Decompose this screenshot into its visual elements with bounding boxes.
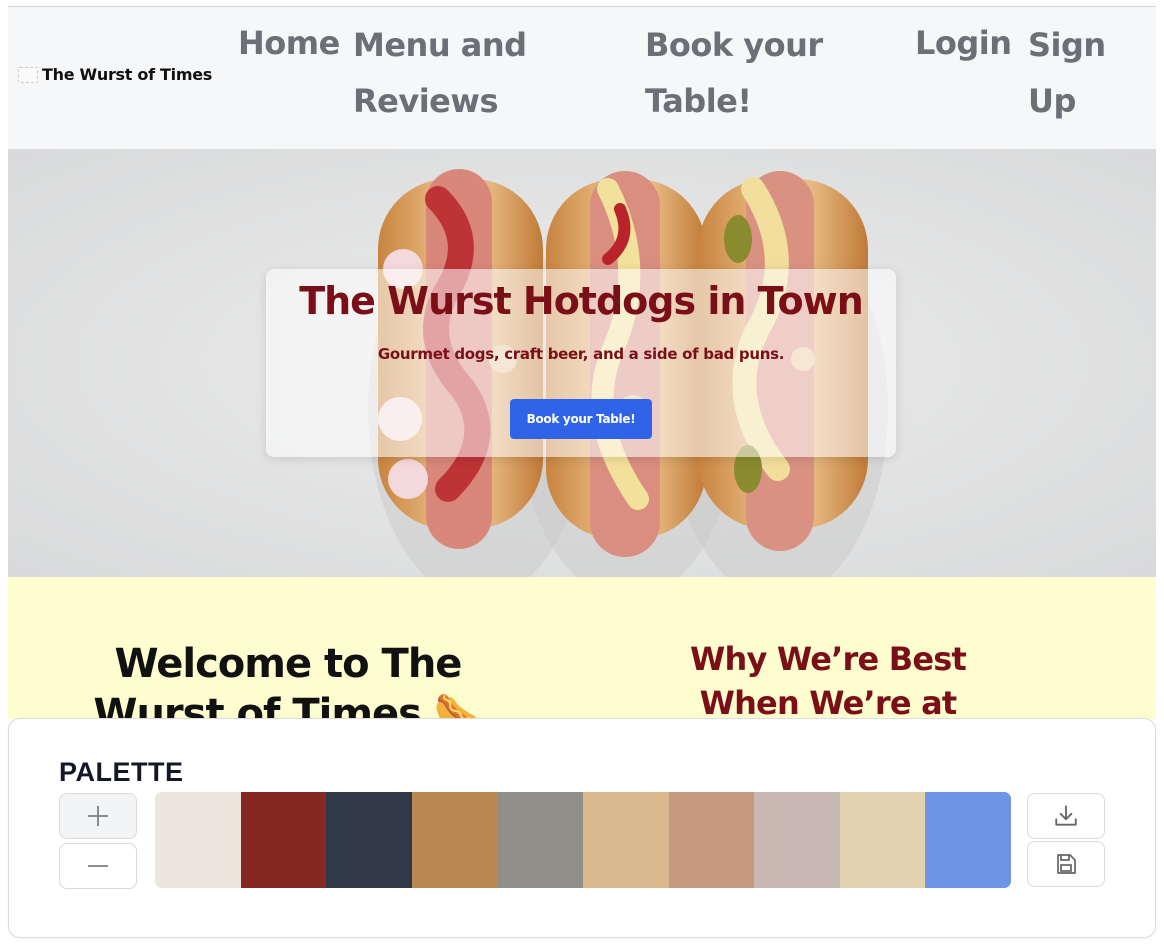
- nav-home[interactable]: Home: [238, 15, 340, 71]
- why-heading-line1: Why We’re Best: [690, 640, 967, 678]
- palette-swatch-5[interactable]: [497, 792, 583, 888]
- palette-swatch-8[interactable]: [754, 792, 840, 888]
- logo-icon: [18, 66, 38, 83]
- plus-icon: [88, 806, 108, 826]
- welcome-section: Welcome to The Wurst of Times 🌭 Why We’r…: [8, 577, 1156, 719]
- nav-book-table[interactable]: Book your Table!: [645, 17, 823, 129]
- nav-signup[interactable]: Sign Up: [1028, 17, 1106, 129]
- palette-swatch-9[interactable]: [839, 792, 926, 888]
- brand-name: The Wurst of Times: [42, 65, 212, 84]
- brand-link[interactable]: The Wurst of Times: [18, 65, 212, 84]
- welcome-heading-line1: Welcome to The: [114, 641, 463, 687]
- remove-color-button[interactable]: [59, 843, 137, 889]
- welcome-heading-line2: Wurst of Times 🌭: [93, 691, 483, 719]
- nav-menu-line1: Menu and: [353, 26, 527, 64]
- nav-signup-line2: Up: [1028, 82, 1076, 120]
- why-heading-line2: When We’re at: [699, 684, 958, 719]
- save-palette-button[interactable]: [1027, 841, 1105, 887]
- palette-swatches: [155, 792, 1011, 888]
- download-icon: [1055, 805, 1077, 826]
- nav-book-line2: Table!: [645, 82, 752, 120]
- minus-icon: [88, 865, 108, 867]
- palette-swatch-10[interactable]: [925, 792, 1011, 888]
- nav-book-line1: Book your: [645, 26, 823, 64]
- nav-menu-line2: Reviews: [353, 82, 498, 120]
- palette-swatch-6[interactable]: [582, 792, 669, 888]
- palette-label: PALETTE: [59, 757, 184, 787]
- hero-card: The Wurst Hotdogs in Town Gourmet dogs, …: [266, 269, 896, 457]
- nav-signup-line1: Sign: [1028, 26, 1106, 64]
- why-heading: Why We’re Best When We’re at: [658, 637, 998, 719]
- navbar: The Wurst of Times Home Menu and Reviews…: [8, 7, 1156, 149]
- hero-section: The Wurst Hotdogs in Town Gourmet dogs, …: [8, 149, 1156, 577]
- nav-menu-reviews[interactable]: Menu and Reviews: [353, 17, 527, 129]
- add-color-button[interactable]: [59, 793, 137, 839]
- palette-swatch-7[interactable]: [668, 792, 755, 888]
- palette-panel: PALETTE: [8, 718, 1156, 938]
- book-table-button[interactable]: Book your Table!: [510, 399, 652, 439]
- palette-swatch-1[interactable]: [155, 792, 241, 888]
- save-icon: [1057, 854, 1076, 874]
- palette-swatch-4[interactable]: [411, 792, 498, 888]
- palette-swatch-3[interactable]: [326, 792, 412, 888]
- palette-swatch-2[interactable]: [240, 792, 327, 888]
- hero-title: The Wurst Hotdogs in Town: [299, 279, 864, 323]
- welcome-heading: Welcome to The Wurst of Times 🌭: [78, 639, 498, 719]
- download-palette-button[interactable]: [1027, 793, 1105, 839]
- nav-login[interactable]: Login: [915, 15, 1012, 71]
- hero-subtitle: Gourmet dogs, craft beer, and a side of …: [377, 345, 785, 363]
- website-preview: The Wurst of Times Home Menu and Reviews…: [8, 6, 1156, 719]
